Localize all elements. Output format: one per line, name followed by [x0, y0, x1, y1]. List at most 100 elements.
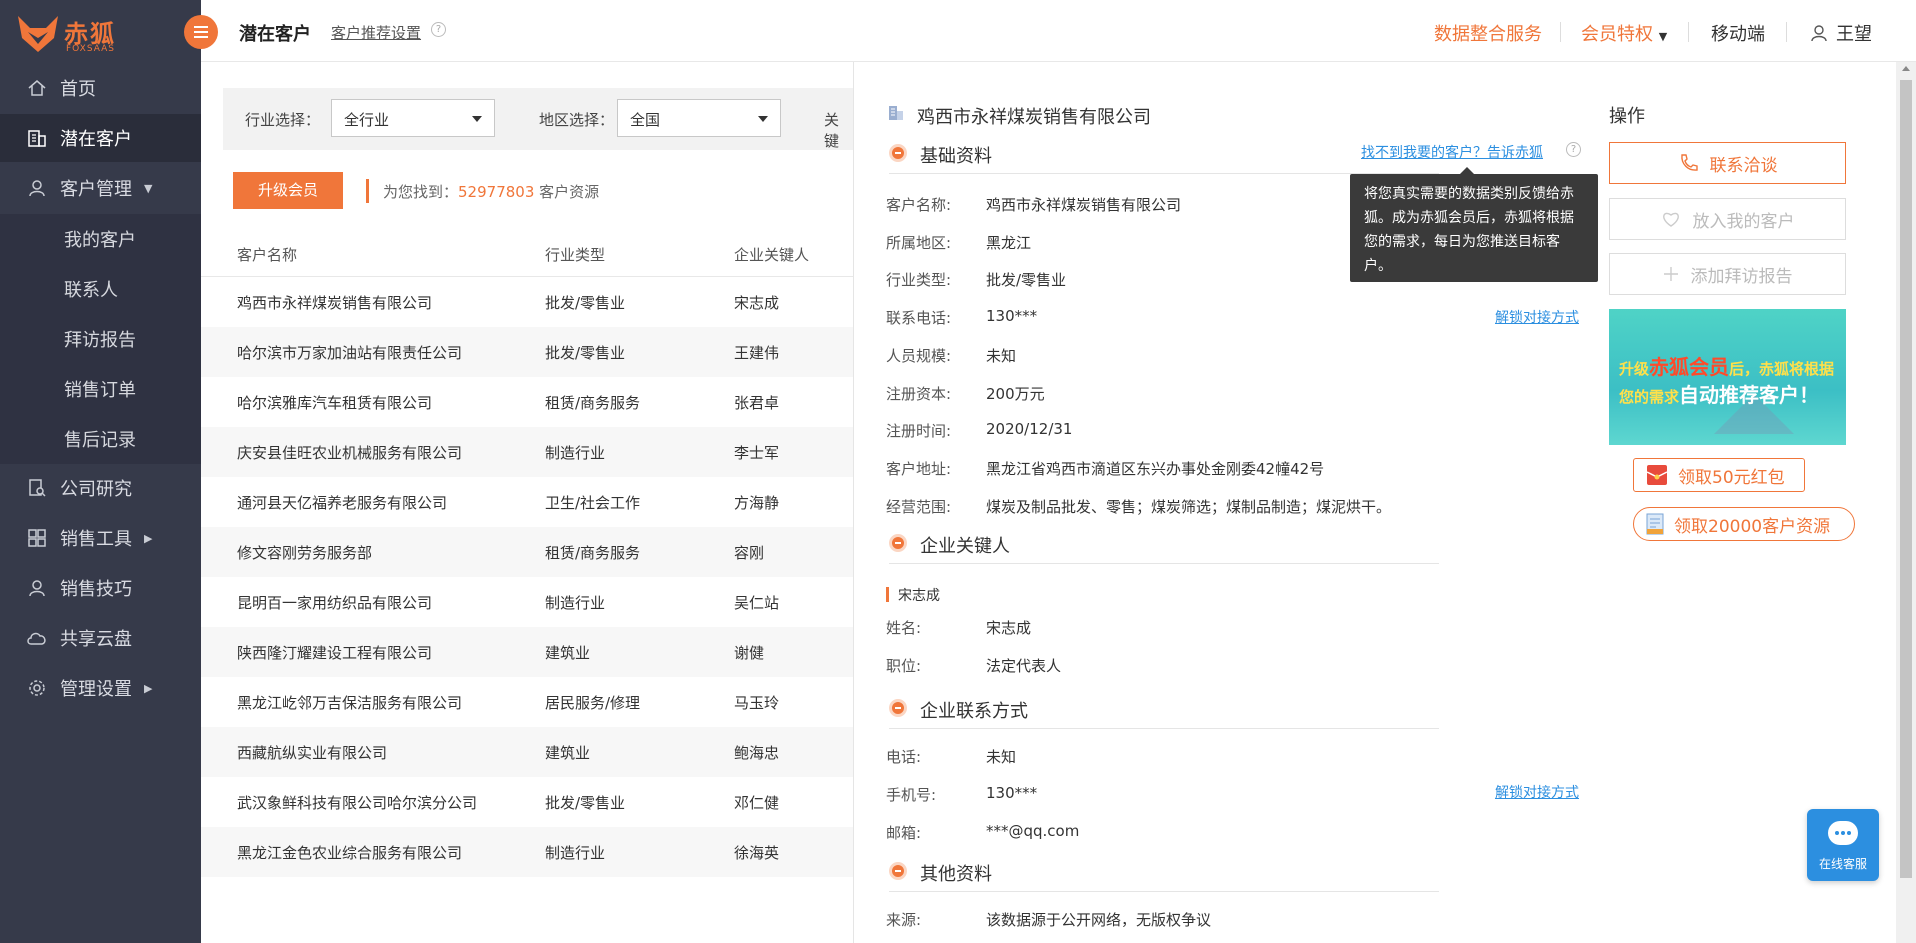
divider: [1786, 22, 1787, 42]
sidebar-item-shared-cloud[interactable]: 共享云盘: [0, 614, 201, 662]
sidebar-item-sales-skills[interactable]: 销售技巧: [0, 564, 201, 612]
results-suffix: 客户资源: [534, 183, 600, 201]
sidebar-item-label: 共享云盘: [60, 629, 132, 650]
sidebar-item-sales-tools[interactable]: 销售工具 ▶: [0, 514, 201, 562]
section-title: 企业联系方式: [920, 701, 1028, 722]
table-row[interactable]: 黑龙江屹邻万吉保洁服务有限公司 居民服务/修理 马玉玲: [201, 677, 853, 727]
grid-icon: [26, 527, 48, 549]
scrollbar[interactable]: [1896, 62, 1916, 943]
plus-icon: [1663, 266, 1679, 282]
section-icon: [889, 534, 907, 552]
data-integration-link[interactable]: 数据整合服务: [1434, 20, 1542, 46]
table-row[interactable]: 庆安县佳旺农业机械服务有限公司 制造行业 李士军: [201, 427, 853, 477]
unlock-contact-link[interactable]: 解锁对接方式: [1495, 307, 1579, 327]
field-value: 批发/零售业: [986, 271, 1067, 290]
field-label: 姓名:: [886, 619, 922, 637]
sidebar-item-home[interactable]: 首页: [0, 64, 201, 112]
sidebar-item-admin-settings[interactable]: 管理设置 ▶: [0, 664, 201, 712]
help-icon[interactable]: ?: [1566, 142, 1581, 157]
cell-industry: 租赁/商务服务: [545, 394, 641, 412]
foxsaas-logo[interactable]: 赤狐 FOXSAAS: [18, 10, 168, 56]
mobile-link[interactable]: 移动端: [1711, 20, 1765, 46]
field-value: 2020/12/31: [986, 420, 1073, 439]
sidebar-subitem-my-customers[interactable]: 我的客户: [0, 214, 201, 264]
sidebar-item-label: 销售工具: [60, 529, 132, 550]
vip-privileges-dropdown[interactable]: 会员特权 ▼: [1581, 20, 1667, 46]
upgrade-promo-banner[interactable]: 升级赤狐会员后，赤狐将根据 您的需求自动推荐客户！: [1609, 309, 1846, 445]
promo-text: 赤狐会员: [1649, 355, 1730, 379]
industry-select[interactable]: 全行业: [331, 99, 495, 137]
table-row[interactable]: 修文容刚劳务服务部 租赁/商务服务 容刚: [201, 527, 853, 577]
top-header: 潜在客户 客户推荐设置 ? 数据整合服务 会员特权 ▼ 移动端 王望: [184, 0, 1916, 62]
field-label: 联系电话:: [886, 309, 952, 328]
feedback-link[interactable]: 找不到我要的客户？告诉赤狐: [1361, 142, 1543, 162]
cell-company-name[interactable]: 通河县天亿福养老服务有限公司: [237, 492, 447, 513]
sidebar-item-customer-management[interactable]: 客户管理 ▼: [0, 164, 201, 212]
sidebar-subitem-visit-reports[interactable]: 拜访报告: [0, 314, 201, 364]
sidebar-subitem-after-sales[interactable]: 售后记录: [0, 414, 201, 464]
key-person-name: 宋志成: [898, 588, 940, 604]
online-support-button[interactable]: 在线客服: [1807, 809, 1879, 881]
cell-industry: 制造行业: [545, 844, 606, 862]
cell-key-person: 邓仁健: [734, 794, 780, 812]
field-label: 经营范围:: [886, 497, 952, 516]
region-select-value: 全国: [630, 111, 661, 129]
customer-recommend-settings-link[interactable]: 客户推荐设置: [331, 22, 421, 43]
help-icon[interactable]: ?: [431, 22, 446, 37]
user-icon: [26, 177, 48, 199]
cell-company-name[interactable]: 庆安县佳旺农业机械服务有限公司: [237, 442, 462, 463]
cell-company-name[interactable]: 武汉象鲜科技有限公司哈尔滨分公司: [237, 792, 477, 813]
table-row[interactable]: 陕西隆汀耀建设工程有限公司 建筑业 谢健: [201, 627, 853, 677]
cell-company-name[interactable]: 哈尔滨市万家加油站有限责任公司: [237, 342, 462, 363]
section-title: 企业关键人: [920, 536, 1010, 557]
cell-company-name[interactable]: 黑龙江屹邻万吉保洁服务有限公司: [237, 692, 462, 713]
claim-red-packet-button[interactable]: 领取50元红包: [1633, 458, 1805, 492]
field-value: 鸡西市永祥煤炭销售有限公司: [986, 196, 1182, 214]
sidebar-subitem-sales-orders[interactable]: 销售订单: [0, 364, 201, 414]
company-title: 鸡西市永祥煤炭销售有限公司: [917, 107, 1151, 128]
caret-right-icon: ▶: [144, 531, 153, 545]
table-row[interactable]: 哈尔滨雅库汽车租赁有限公司 租赁/商务服务 张君卓: [201, 377, 853, 427]
contact-negotiate-button[interactable]: 联系洽谈: [1609, 142, 1846, 184]
caret-right-icon: ▶: [144, 681, 153, 695]
cell-company-name[interactable]: 哈尔滨雅库汽车租赁有限公司: [237, 392, 432, 413]
cell-company-name[interactable]: 陕西隆汀耀建设工程有限公司: [237, 642, 432, 663]
scrollbar-thumb[interactable]: [1900, 80, 1912, 878]
cell-company-name[interactable]: 昆明百一家用纺织品有限公司: [237, 592, 432, 613]
user-menu[interactable]: 王望: [1810, 20, 1872, 46]
table-row[interactable]: 哈尔滨市万家加油站有限责任公司 批发/零售业 王建伟: [201, 327, 853, 377]
user-icon: [1811, 25, 1827, 42]
upgrade-member-button[interactable]: 升级会员: [233, 172, 343, 209]
table-row[interactable]: 西藏航纵实业有限公司 建筑业 鲍海忠: [201, 727, 853, 777]
accent-bar: [366, 179, 369, 203]
caret-down-icon: ▼: [144, 181, 153, 195]
section-icon: [889, 144, 907, 162]
customer-list-panel: 行业选择： 全行业 地区选择： 全国 关键 升级会员 为您找到：52977803…: [201, 62, 853, 943]
table-row[interactable]: 武汉象鲜科技有限公司哈尔滨分公司 批发/零售业 邓仁健: [201, 777, 853, 827]
add-visit-report-button[interactable]: 添加拜访报告: [1609, 253, 1846, 295]
table-row[interactable]: 黑龙江金色农业综合服务有限公司 制造行业 徐海英: [201, 827, 853, 877]
scroll-up-arrow-icon[interactable]: [1902, 66, 1910, 71]
promo-text: 自动推荐客户！: [1679, 383, 1820, 407]
cell-company-name[interactable]: 西藏航纵实业有限公司: [237, 742, 387, 763]
sidebar-subitem-contacts[interactable]: 联系人: [0, 264, 201, 314]
cell-key-person: 鲍海忠: [734, 744, 780, 762]
sidebar-item-label: 潜在客户: [60, 129, 132, 150]
cell-key-person: 容刚: [734, 544, 765, 562]
table-row[interactable]: 昆明百一家用纺织品有限公司 制造行业 吴仁站: [201, 577, 853, 627]
chat-bubble-icon: [1828, 821, 1858, 845]
claim-customer-resources-button[interactable]: 领取20000客户资源: [1633, 507, 1855, 541]
cell-company-name[interactable]: 修文容刚劳务服务部: [237, 542, 372, 563]
table-row[interactable]: 鸡西市永祥煤炭销售有限公司 批发/零售业 宋志成: [201, 277, 853, 327]
sidebar-item-company-research[interactable]: 公司研究: [0, 464, 201, 512]
menu-toggle-button[interactable]: [184, 15, 218, 49]
cell-company-name[interactable]: 黑龙江金色农业综合服务有限公司: [237, 842, 462, 863]
add-to-my-customers-button[interactable]: 放入我的客户: [1609, 198, 1846, 240]
table-row[interactable]: 通河县天亿福养老服务有限公司 卫生/社会工作 方海静: [201, 477, 853, 527]
promo-text: 升级: [1619, 360, 1650, 378]
cell-company-name[interactable]: 鸡西市永祥煤炭销售有限公司: [237, 292, 432, 313]
results-number: 52977803: [458, 183, 535, 201]
sidebar-item-potential-customers[interactable]: 潜在客户: [0, 114, 201, 162]
unlock-contact-link[interactable]: 解锁对接方式: [1495, 782, 1579, 802]
region-select[interactable]: 全国: [617, 99, 781, 137]
